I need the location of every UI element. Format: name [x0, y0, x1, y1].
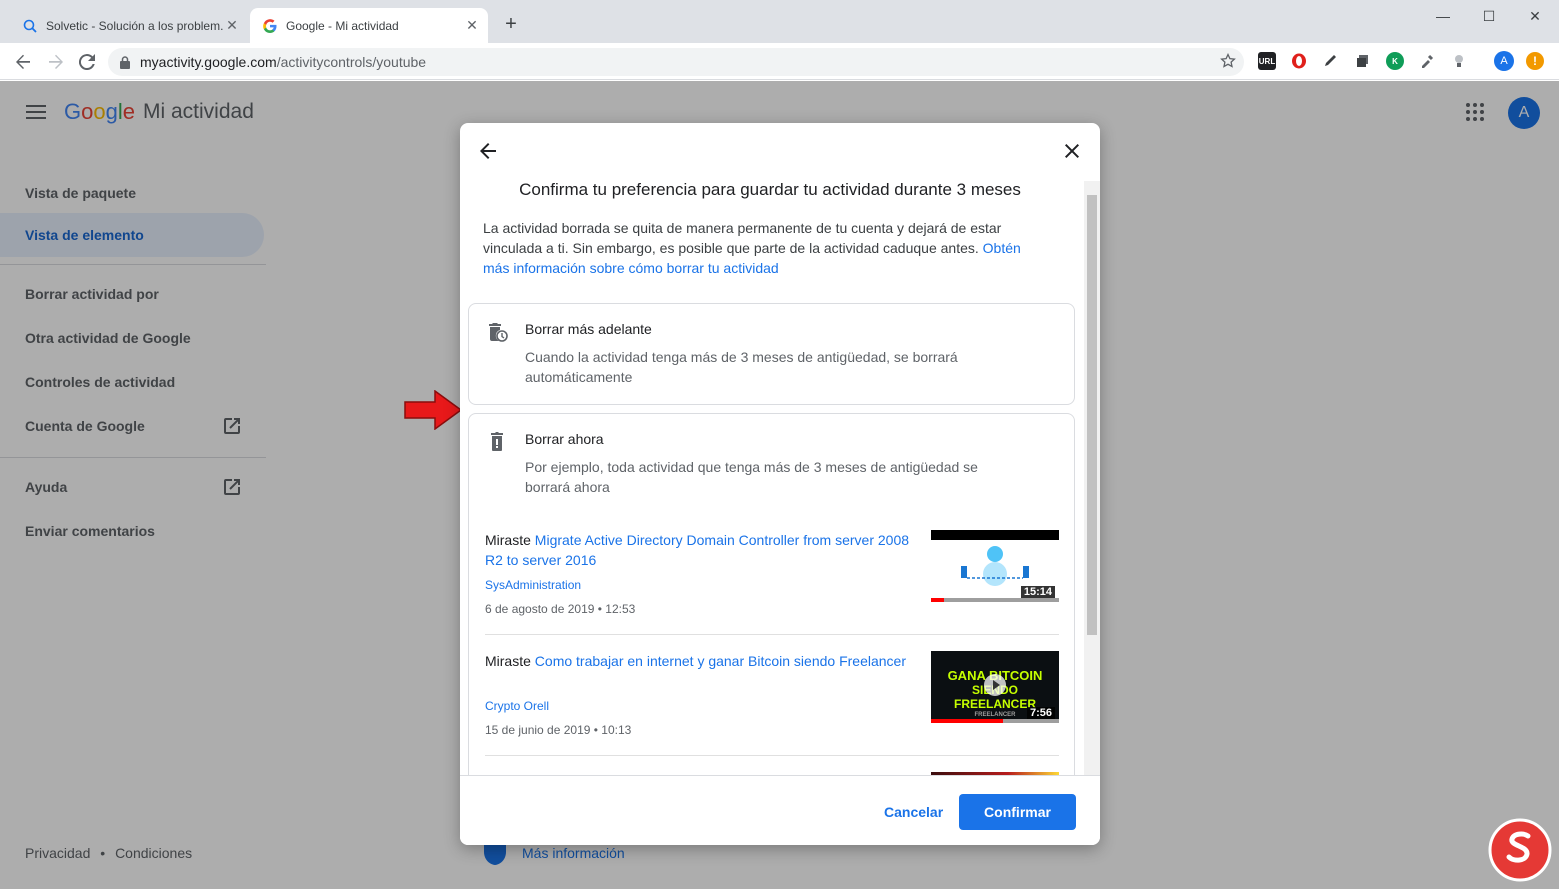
close-icon[interactable]: ✕: [224, 17, 240, 34]
lock-icon: [120, 55, 130, 69]
option-title: Borrar más adelante: [525, 321, 652, 337]
minimize-icon[interactable]: —: [1420, 4, 1466, 28]
close-icon[interactable]: ✕: [464, 17, 480, 34]
channel-link[interactable]: Crypto Orell: [485, 699, 549, 713]
eyedropper-extension-icon[interactable]: [1418, 52, 1436, 70]
watched-progress-bar: [931, 719, 1003, 723]
lightbulb-extension-icon[interactable]: [1450, 52, 1468, 70]
pen-extension-icon[interactable]: [1322, 52, 1340, 70]
cancel-button[interactable]: Cancelar: [872, 794, 955, 830]
network-diagram-icon: [961, 546, 1029, 586]
browser-toolbar: myactivity.google.com/activitycontrols/y…: [0, 43, 1559, 80]
url-extension-icon[interactable]: URL: [1258, 52, 1276, 70]
video-duration: 7:56: [1026, 707, 1055, 719]
dialog-title: Confirma tu preferencia para guardar tu …: [519, 180, 1021, 199]
watched-progress-bar: [931, 598, 944, 602]
forward-arrow-icon[interactable]: [44, 50, 68, 74]
delete-schedule-icon: [485, 320, 509, 344]
solvetic-favicon-icon: [22, 18, 38, 34]
activity-text: Miraste Migrate Active Directory Domain …: [485, 532, 910, 568]
window-close-icon[interactable]: ✕: [1512, 4, 1558, 28]
tab-solvetic[interactable]: Solvetic - Solución a los problem... ✕: [10, 8, 248, 43]
opera-extension-icon[interactable]: [1290, 52, 1308, 70]
confirm-dialog: Confirma tu preferencia para guardar tu …: [460, 123, 1100, 845]
browser-tab-strip: Solvetic - Solución a los problem... ✕ G…: [0, 0, 1559, 43]
video-title-link[interactable]: Como trabajar en internet y ganar Bitcoi…: [535, 653, 906, 669]
option-description: Por ejemplo, toda actividad que tenga má…: [525, 459, 978, 495]
dialog-scrollbar[interactable]: [1084, 181, 1100, 775]
dialog-description: La actividad borrada se quita de manera …: [483, 220, 1021, 276]
solvetic-watermark-logo: [1488, 818, 1552, 887]
option-title: Borrar ahora: [525, 431, 604, 447]
activity-item: Miraste Como trabajar en internet y gana…: [485, 651, 1059, 751]
red-arrow-icon: [404, 389, 463, 435]
option-delete-later[interactable]: Borrar más adelante Cuando la actividad …: [468, 303, 1075, 405]
trash-icon: [485, 430, 509, 454]
activity-divider: [485, 634, 1059, 635]
update-alert-icon[interactable]: !: [1526, 52, 1544, 70]
tab-title: Solvetic - Solución a los problem...: [46, 18, 224, 33]
maximize-icon[interactable]: ☐: [1466, 4, 1512, 28]
copy-extension-icon[interactable]: [1354, 52, 1372, 70]
bookmark-star-icon[interactable]: [1220, 52, 1236, 72]
confirm-button[interactable]: Confirmar: [959, 794, 1076, 830]
video-thumbnail[interactable]: GANA BITCOIN SIENDO FREELANCER FREELANCE…: [931, 651, 1059, 723]
google-favicon-icon: [262, 18, 278, 34]
tab-google-mi-actividad[interactable]: Google - Mi actividad ✕: [250, 8, 488, 43]
activity-item: Miraste Migrate Active Directory Domain …: [485, 530, 1059, 630]
dialog-footer: Cancelar Confirmar: [460, 775, 1100, 845]
option-description: Cuando la actividad tenga más de 3 meses…: [525, 349, 958, 385]
url-host: myactivity.google.com: [140, 54, 277, 70]
reload-icon[interactable]: [75, 50, 99, 74]
back-arrow-icon[interactable]: [476, 139, 500, 163]
back-arrow-icon[interactable]: [11, 50, 35, 74]
url-path: /activitycontrols/youtube: [276, 54, 427, 70]
activity-date: 6 de agosto de 2019 • 12:53: [485, 602, 636, 616]
thumbnail-bar: [931, 530, 1059, 540]
video-title-link[interactable]: Migrate Active Directory Domain Controll…: [485, 532, 909, 568]
scrollbar-thumb[interactable]: [1087, 195, 1097, 635]
profile-avatar[interactable]: A: [1494, 51, 1514, 71]
tab-title: Google - Mi actividad: [286, 18, 399, 33]
video-thumbnail[interactable]: 15:14: [931, 530, 1059, 602]
play-icon: [983, 673, 1007, 702]
option-delete-now[interactable]: Borrar ahora Por ejemplo, toda actividad…: [468, 413, 1075, 802]
video-duration: 15:14: [1020, 586, 1055, 598]
address-bar[interactable]: myactivity.google.com/activitycontrols/y…: [108, 48, 1244, 76]
close-icon[interactable]: [1060, 139, 1084, 163]
k-extension-icon[interactable]: K: [1386, 52, 1404, 70]
new-tab-button[interactable]: +: [500, 14, 522, 36]
channel-link[interactable]: SysAdministration: [485, 578, 581, 592]
activity-text: Miraste Como trabajar en internet y gana…: [485, 653, 906, 669]
activity-divider: [485, 755, 1059, 756]
progress-track: [931, 598, 1059, 602]
activity-date: 15 de junio de 2019 • 10:13: [485, 723, 632, 737]
